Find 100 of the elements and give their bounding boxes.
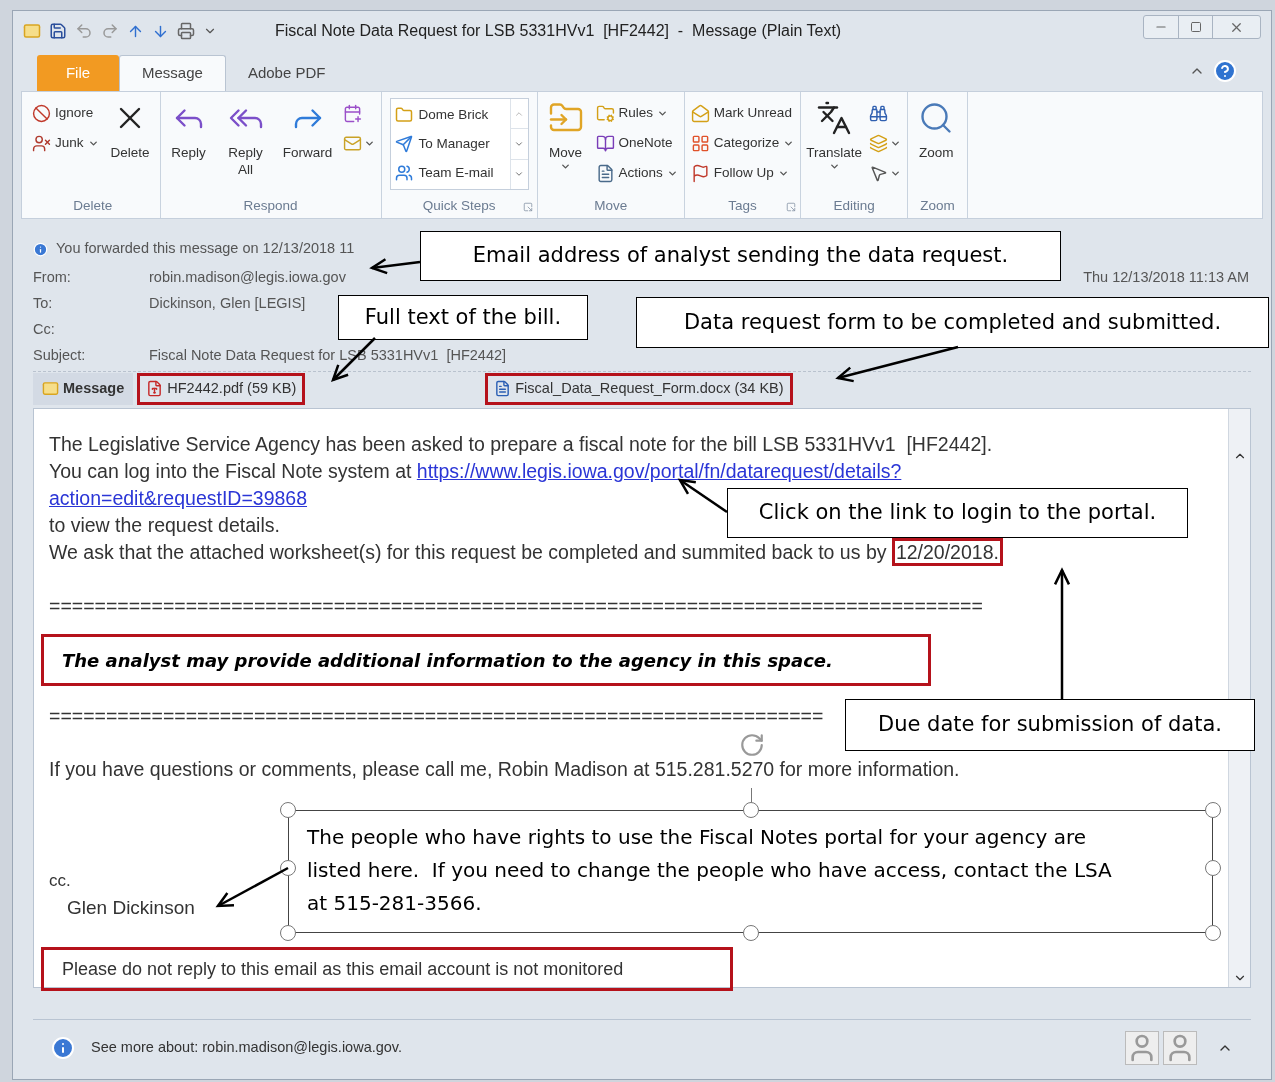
- printer-icon[interactable]: [177, 22, 195, 40]
- binoculars-icon: [869, 103, 889, 123]
- ribbon-button[interactable]: Forward: [278, 96, 337, 161]
- people-pane-text: See more about: robin.madison@legis.iowa.gov.: [91, 1037, 403, 1057]
- document-icon: [494, 380, 512, 397]
- ribbon-button[interactable]: Reply: [164, 96, 213, 161]
- portal-link[interactable]: action=edit&requestID=39868: [49, 487, 308, 509]
- open-envelope-icon: [690, 103, 710, 123]
- body-text: cc.: [49, 870, 71, 892]
- field-label: Subject:: [33, 346, 87, 366]
- user-block-icon: [32, 133, 51, 153]
- ribbon-button[interactable]: Rules: [593, 98, 680, 128]
- dialog-launcher-icon[interactable]: [522, 202, 533, 212]
- portal-link[interactable]: https://www.legis.iowa.gov/portal/fn/datarequest/details?: [416, 460, 902, 482]
- attachment-tab[interactable]: Message: [33, 372, 134, 405]
- grid-icon: [690, 133, 710, 153]
- people-icon: [394, 163, 413, 182]
- group-label: Delete: [73, 196, 113, 215]
- person-silhouette-icon: [1125, 1030, 1159, 1065]
- quick-step-item[interactable]: Dome Brick: [390, 101, 498, 130]
- group-label: Respond: [243, 196, 298, 215]
- info-icon: [33, 241, 48, 257]
- callout-box: Due date for submission of data.: [845, 699, 1255, 751]
- calendar-icon: [342, 103, 362, 123]
- callout-box: Click on the link to login to the portal.: [727, 488, 1188, 538]
- ribbon-button[interactable]: Delete: [104, 96, 156, 161]
- redo-icon[interactable]: [101, 22, 119, 40]
- help-icon[interactable]: [1213, 59, 1237, 83]
- body-text: You can log into the Fiscal Note system at: [49, 460, 413, 482]
- ribbon-button[interactable]: Categorize: [688, 128, 797, 158]
- callout-box: Full text of the bill.: [338, 295, 588, 340]
- block-icon: [32, 103, 51, 123]
- text-box[interactable]: The people who have rights to use the Fiscal Notes portal for your agency are listed here. If you need to change the people who have access, contact the LSA at 515-281-3566.: [288, 810, 1213, 933]
- body-text: The Legislative Service Agency has been asked to prepare a fiscal note for the bill LSB 5331HVv1 [HF2442].: [49, 432, 993, 457]
- body-text: We ask that the attached worksheet(s) for this request be completed and summited back to us by: [49, 541, 888, 563]
- maximize-icon: [1189, 21, 1202, 33]
- callout-box: Email address of analyst sending the data request.: [420, 231, 1061, 281]
- folder-icon: [394, 106, 413, 125]
- ribbon-button[interactable]: Zoom: [912, 96, 961, 161]
- notebook-icon: [595, 133, 615, 153]
- ribbon-tab[interactable]: Adobe PDF: [225, 55, 348, 91]
- ribbon-button[interactable]: Actions: [593, 158, 680, 188]
- ribbon-button[interactable]: Ignore: [30, 98, 101, 128]
- caret-down-icon: [514, 139, 525, 149]
- ribbon-button[interactable]: Junk: [30, 128, 101, 158]
- ribbon-button[interactable]: Translate: [805, 96, 864, 172]
- envelope-icon: [23, 22, 41, 40]
- field-value: Dickinson, Glen [LEGIS]: [149, 294, 306, 314]
- field-label: Cc:: [33, 320, 56, 340]
- group-label: Move: [594, 196, 628, 215]
- quick-step-item[interactable]: To Manager: [390, 129, 498, 159]
- ribbon-button[interactable]: OneNote: [593, 128, 680, 158]
- attachment-tab[interactable]: Fiscal_Data_Request_Form.docx (34 KB): [485, 372, 793, 405]
- envelope-icon: [42, 380, 59, 397]
- rotate-handle-line: [751, 788, 752, 802]
- callout-box: Data request form to be completed and submitted.: [636, 297, 1269, 348]
- group-label: Editing: [833, 196, 875, 215]
- save-icon[interactable]: [49, 22, 67, 40]
- ribbon-tab[interactable]: Message: [119, 55, 226, 91]
- undo-icon[interactable]: [75, 22, 93, 40]
- scrollbar[interactable]: [1228, 409, 1250, 987]
- envelope-icon: [342, 133, 362, 153]
- attachment-tab[interactable]: HF2442.pdf (59 KB): [137, 372, 306, 405]
- field-label: From:: [33, 268, 72, 288]
- rotate-handle-icon[interactable]: [739, 732, 765, 758]
- layers-icon: [869, 133, 889, 153]
- due-date: 12/20/2018.: [891, 538, 1003, 566]
- info-icon: [51, 1035, 75, 1060]
- body-text: to view the request details.: [49, 513, 280, 538]
- translate-icon: [816, 100, 853, 136]
- footer-note: Please do not reply to this email as this email account is not monitored: [41, 947, 733, 991]
- pointer-icon: [869, 163, 889, 183]
- ribbon-button[interactable]: Move: [541, 96, 590, 172]
- body-text: If you have questions or comments, please call me, Robin Madison at 515.281.5270 for more information.: [49, 757, 960, 782]
- caret-icon: [560, 161, 572, 172]
- person-silhouette-icon: [1163, 1030, 1197, 1065]
- ribbon-button[interactable]: Follow Up: [688, 158, 797, 188]
- group-label: Quick Steps: [422, 196, 496, 215]
- separator-line: ==================================================================================: [49, 594, 983, 619]
- group-label: Tags: [728, 196, 757, 215]
- caret-icon: [828, 161, 840, 172]
- group-label: Zoom: [920, 196, 955, 215]
- ribbon-button[interactable]: Reply All: [216, 96, 275, 178]
- field-label: To:: [33, 294, 54, 314]
- analyst-note: The analyst may provide additional information to the agency in this space.: [41, 634, 931, 686]
- document-icon: [595, 163, 615, 183]
- folder-icon: [595, 103, 615, 123]
- arrow: [369, 258, 421, 275]
- window-title: Fiscal Note Data Request for LSB 5331HVv1 [HF2442] - Message (Plain Text): [275, 21, 842, 41]
- flag-icon: [690, 163, 710, 183]
- quick-step-item[interactable]: Team E-mail: [390, 158, 498, 187]
- body-text: Glen Dickinson: [67, 896, 195, 920]
- separator-line: ====================================================================: [49, 704, 824, 729]
- sent-date: Thu 12/13/2018 11:13 AM: [1083, 268, 1249, 288]
- dialog-launcher-icon[interactable]: [786, 202, 797, 212]
- ribbon-button[interactable]: Mark Unread: [688, 98, 797, 128]
- forward-info: You forwarded this message on 12/13/2018 11: [56, 239, 355, 259]
- send-icon: [394, 135, 413, 153]
- field-value: robin.madison@legis.iowa.gov: [149, 268, 346, 288]
- pdf-file-icon: [146, 380, 164, 397]
